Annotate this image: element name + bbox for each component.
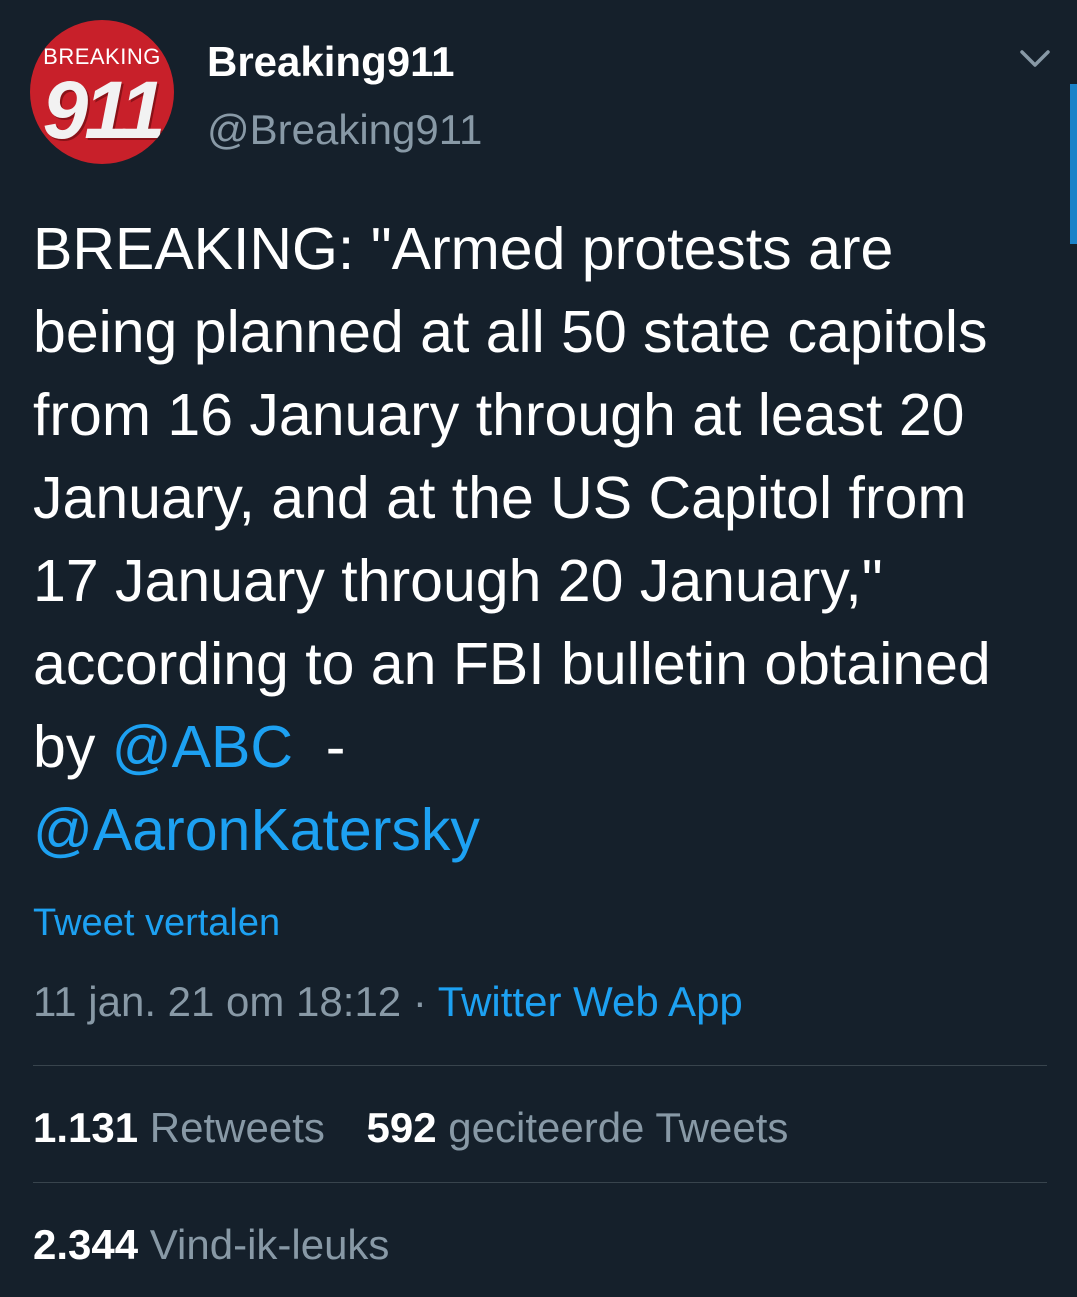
scrollbar[interactable] [1070, 84, 1077, 244]
tweet-text-separator: - [292, 714, 362, 780]
quotes-stat[interactable]: 592 geciteerde Tweets [367, 1104, 789, 1151]
retweets-label: Retweets [149, 1104, 325, 1151]
quotes-count: 592 [366, 1104, 437, 1151]
divider [33, 1182, 1047, 1183]
retweets-count: 1.131 [33, 1104, 139, 1151]
tweet-text-main: BREAKING: "Armed protests are being plan… [33, 216, 991, 780]
tweet-text: BREAKING: "Armed protests are being plan… [33, 208, 1043, 872]
chevron-down-icon[interactable] [1018, 46, 1052, 72]
avatar[interactable]: BREAKING 911 [30, 20, 174, 164]
author-display-name[interactable]: Breaking911 [207, 38, 455, 86]
meta-separator: · [412, 978, 427, 1025]
avatar-label-number: 911 [42, 65, 166, 156]
divider [33, 1065, 1047, 1066]
likes-stat[interactable]: 2.344 Vind-ik-leuks [33, 1221, 389, 1268]
mention-aaron-katersky[interactable]: @AaronKatersky [33, 797, 480, 863]
stats-row-retweets: 1.131 Retweets 592 geciteerde Tweets [33, 1104, 818, 1152]
tweet-meta: 11 jan. 21 om 18:12 · Twitter Web App [33, 978, 743, 1026]
tweet-timestamp[interactable]: 11 jan. 21 om 18:12 [33, 978, 401, 1025]
likes-label: Vind-ik-leuks [149, 1221, 390, 1268]
author-handle[interactable]: @Breaking911 [207, 106, 482, 154]
retweets-stat[interactable]: 1.131 Retweets [33, 1104, 325, 1151]
likes-count: 2.344 [33, 1221, 139, 1268]
translate-tweet-link[interactable]: Tweet vertalen [33, 902, 280, 945]
tweet-source[interactable]: Twitter Web App [438, 978, 743, 1025]
quotes-label: geciteerde Tweets [448, 1104, 789, 1151]
mention-abc[interactable]: @ABC [112, 714, 293, 780]
stats-row-likes: 2.344 Vind-ik-leuks [33, 1221, 419, 1269]
